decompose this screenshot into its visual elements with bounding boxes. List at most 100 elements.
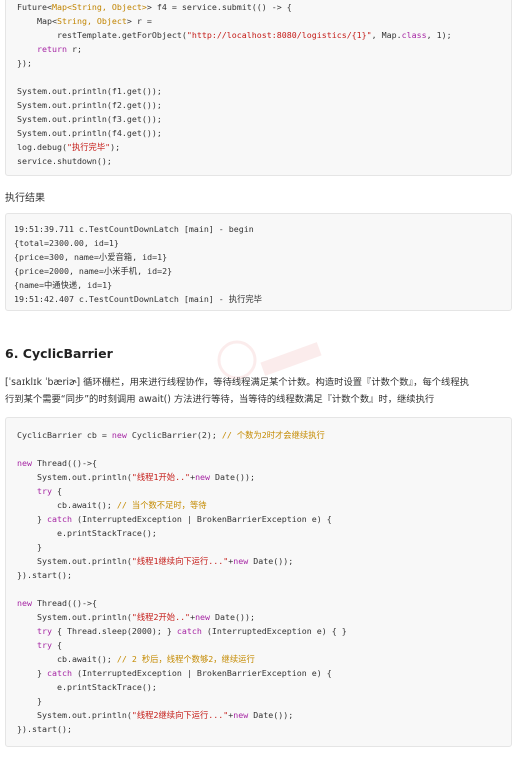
code-token: CyclicBarrier cb = (17, 430, 112, 440)
code-line: new Thread(()->{ (6, 596, 511, 610)
code-token: cb.await(); (17, 654, 117, 664)
code-token: System.out.println( (17, 612, 132, 622)
code-token: } (17, 542, 42, 552)
code-token: "线程1开始.." (131, 472, 191, 482)
code-token: } (17, 668, 47, 678)
code-line: System.out.println("线程2继续向下运行..."+new Da… (6, 708, 511, 722)
code-line: e.printStackTrace(); (6, 526, 511, 540)
code-token: System.out.println( (17, 710, 132, 720)
code-line: Map<String, Object> r = (6, 14, 511, 28)
code-token: System.out.println( (17, 556, 132, 566)
code-token: e.printStackTrace(); (17, 682, 157, 692)
code-line: try { (6, 638, 511, 652)
code-line: return r; (6, 42, 511, 56)
description-paragraph: [ˈsaɪklɪk ˈbæriɚ] 循环栅栏，用来进行线程协作，等待线程满足某个… (5, 374, 515, 408)
code-line: System.out.println(f2.get()); (6, 98, 511, 112)
code-token: } (17, 696, 42, 706)
code-line: restTemplate.getForObject("http://localh… (6, 28, 511, 42)
code-token: "线程1继续向下运行..." (131, 556, 229, 566)
code-token: new (111, 430, 127, 440)
code-line: 19:51:39.711 c.TestCountDownLatch [main]… (6, 222, 511, 236)
code-token: catch (46, 514, 72, 524)
code-token: class (401, 30, 427, 40)
code-token: , Map. (371, 30, 402, 40)
section-heading: 6. CyclicBarrier (5, 346, 113, 361)
code-token: new (233, 556, 249, 566)
code-line: System.out.println("线程1继续向下运行..."+new Da… (6, 554, 511, 568)
code-token: System.out.println(f2.get()); (17, 100, 162, 110)
code-token: Map<String, Object> (51, 2, 147, 12)
code-line: System.out.println("线程1开始.."+new Date())… (6, 470, 511, 484)
code-token: // 2 秒后，线程个数够2，继续运行 (116, 654, 255, 664)
code-token: catch (46, 668, 72, 678)
code-token: restTemplate.getForObject( (17, 30, 187, 40)
code-token: { Thread.sleep(2000); } (51, 626, 177, 636)
code-token: "http://localhost:8080/logistics/{1}" (186, 30, 372, 40)
code-line: System.out.println("线程2开始.."+new Date())… (6, 610, 511, 624)
code-token: try (36, 486, 52, 496)
code-line: 19:51:42.407 c.TestCountDownLatch [main]… (6, 292, 511, 306)
code-token: "执行完毕" (66, 142, 111, 152)
code-token: { (51, 486, 62, 496)
code-token: > f4 = service.submit(() -> { (146, 2, 292, 12)
code-token: new (17, 458, 32, 468)
code-token: System.out.println(f4.get()); (17, 128, 162, 138)
code-token: }).start(); (17, 570, 72, 580)
code-token: (InterruptedException | BrokenBarrierExc… (71, 514, 332, 524)
code-line: }).start(); (6, 722, 511, 736)
code-token: Date()); (210, 612, 256, 622)
code-line: {name=中通快递, id=1} (6, 278, 511, 292)
code-token: }).start(); (17, 724, 72, 734)
code-token: r; (66, 44, 82, 54)
code-token: > r = (126, 16, 152, 26)
code-line: {total=2300.00, id=1} (6, 236, 511, 250)
code-line: } catch (InterruptedException | BrokenBa… (6, 512, 511, 526)
description-line: 行到某个需要“同步”的时刻调用 await() 方法进行等待，当等待的线程数满足… (5, 394, 435, 405)
code-line: Future<Map<String, Object>> f4 = service… (6, 0, 511, 14)
code-token: Thread(()->{ (32, 458, 97, 468)
code-line: service.shutdown(); (6, 154, 511, 168)
code-token: try (36, 626, 52, 636)
code-token: try (36, 640, 52, 650)
code-token: 19:51:39.711 c.TestCountDownLatch [main]… (14, 224, 254, 234)
code-token: Future< (17, 2, 52, 12)
code-token: }); (17, 58, 32, 68)
code-line: } (6, 694, 511, 708)
code-line: e.printStackTrace(); (6, 680, 511, 694)
code-line: }); (6, 56, 511, 70)
code-token: } (17, 514, 47, 524)
code-token: ); (110, 142, 121, 152)
code-token: CyclicBarrier(2); (126, 430, 222, 440)
code-token: {total=2300.00, id=1} (14, 238, 119, 248)
code-token: "线程2继续向下运行..." (131, 710, 229, 720)
code-token: new (233, 710, 249, 720)
code-line: cb.await(); // 当个数不足时，等待 (6, 498, 511, 512)
code-line: System.out.println(f3.get()); (6, 112, 511, 126)
code-token: {price=2000, name=小米手机, id=2} (14, 266, 173, 276)
code-token: new (17, 598, 32, 608)
code-line: }).start(); (6, 568, 511, 582)
code-token: Date()); (210, 472, 256, 482)
description-line: [ˈsaɪklɪk ˈbæriɚ] 循环栅栏，用来进行线程协作，等待线程满足某个… (5, 377, 469, 388)
result-label: 执行结果 (5, 193, 45, 204)
code-block-future-results: Future<Map<String, Object>> f4 = service… (5, 0, 512, 176)
code-token: Date()); (248, 556, 294, 566)
code-token: log.debug( (17, 142, 67, 152)
code-token: { (51, 640, 62, 650)
code-token: String, Object (56, 16, 127, 26)
code-token: System.out.println( (17, 472, 132, 482)
code-token: new (195, 472, 211, 482)
code-line: {price=300, name=小爱音箱, id=1} (6, 250, 511, 264)
code-token: "线程2开始.." (131, 612, 191, 622)
code-token: new (195, 612, 211, 622)
code-line: CyclicBarrier cb = new CyclicBarrier(2);… (6, 428, 511, 442)
code-token: return (36, 44, 67, 54)
code-line: log.debug("执行完毕"); (6, 140, 511, 154)
code-block-execution-output: 19:51:39.711 c.TestCountDownLatch [main]… (5, 213, 512, 311)
code-line: System.out.println(f4.get()); (6, 126, 511, 140)
code-token: catch (176, 626, 202, 636)
